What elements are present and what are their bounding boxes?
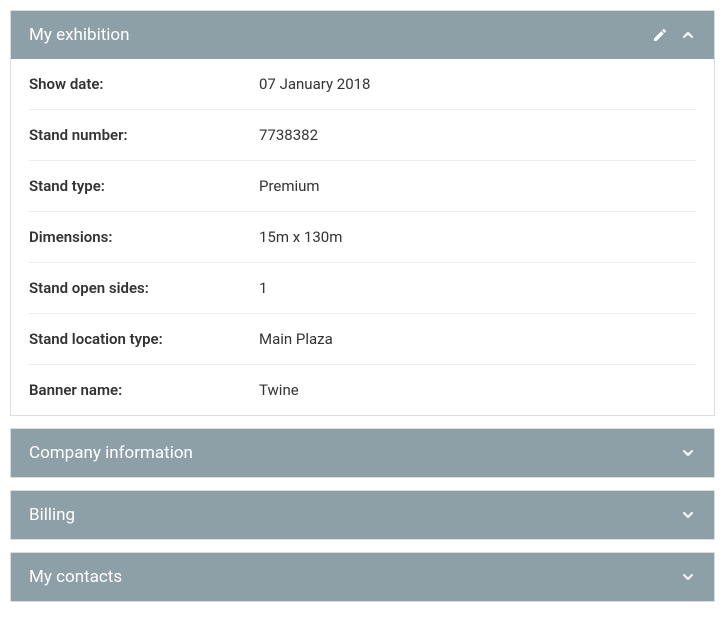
billing-panel: Billing	[10, 490, 715, 540]
company-panel-header[interactable]: Company information	[11, 429, 714, 477]
row-label: Dimensions:	[29, 228, 259, 246]
row-label: Banner name:	[29, 381, 259, 399]
row-label: Stand location type:	[29, 330, 259, 348]
billing-panel-header[interactable]: Billing	[11, 491, 714, 539]
row-value: 1	[259, 279, 696, 297]
panel-actions	[652, 27, 696, 43]
panel-title: Company information	[29, 443, 680, 463]
exhibition-panel-header[interactable]: My exhibition	[11, 11, 714, 59]
row-value: Main Plaza	[259, 330, 696, 348]
detail-row: Show date: 07 January 2018	[29, 59, 696, 110]
exhibition-panel: My exhibition Show date: 07 January 2018…	[10, 10, 715, 416]
chevron-down-icon[interactable]	[680, 507, 696, 523]
row-value: 15m x 130m	[259, 228, 696, 246]
company-panel: Company information	[10, 428, 715, 478]
panel-actions	[680, 569, 696, 585]
row-label: Stand type:	[29, 177, 259, 195]
row-label: Stand number:	[29, 126, 259, 144]
detail-row: Stand number: 7738382	[29, 110, 696, 161]
detail-row: Stand location type: Main Plaza	[29, 314, 696, 365]
row-value: 7738382	[259, 126, 696, 144]
edit-icon[interactable]	[652, 27, 668, 43]
detail-row: Dimensions: 15m x 130m	[29, 212, 696, 263]
panel-title: Billing	[29, 505, 680, 525]
chevron-down-icon[interactable]	[680, 445, 696, 461]
panel-actions	[680, 507, 696, 523]
detail-row: Stand open sides: 1	[29, 263, 696, 314]
panel-actions	[680, 445, 696, 461]
row-label: Show date:	[29, 75, 259, 93]
contacts-panel: My contacts	[10, 552, 715, 602]
row-value: Premium	[259, 177, 696, 195]
panel-title: My exhibition	[29, 25, 652, 45]
contacts-panel-header[interactable]: My contacts	[11, 553, 714, 601]
exhibition-panel-body: Show date: 07 January 2018 Stand number:…	[11, 59, 714, 415]
panel-title: My contacts	[29, 567, 680, 587]
row-label: Stand open sides:	[29, 279, 259, 297]
detail-row: Banner name: Twine	[29, 365, 696, 415]
row-value: 07 January 2018	[259, 75, 696, 93]
chevron-up-icon[interactable]	[680, 27, 696, 43]
chevron-down-icon[interactable]	[680, 569, 696, 585]
row-value: Twine	[259, 381, 696, 399]
detail-row: Stand type: Premium	[29, 161, 696, 212]
